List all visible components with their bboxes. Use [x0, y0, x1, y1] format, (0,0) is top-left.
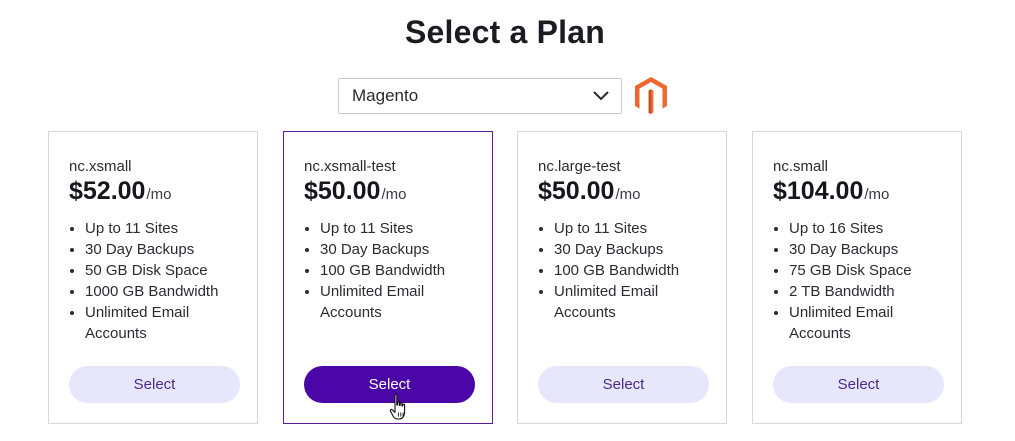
feature-item: 1000 GB Bandwidth — [85, 281, 239, 302]
plan-card-nc-small: nc.small $104.00 /mo Up to 16 Sites 30 D… — [752, 131, 962, 424]
platform-select[interactable]: Magento — [338, 78, 622, 114]
plan-name: nc.small — [773, 158, 829, 175]
price-amount: $50.00 — [538, 177, 615, 205]
feature-item: 30 Day Backups — [85, 239, 239, 260]
plan-card-nc-large-test: nc.large-test $50.00 /mo Up to 11 Sites … — [517, 131, 727, 424]
feature-item: Up to 11 Sites — [320, 218, 474, 239]
plan-price: $50.00 /mo — [304, 177, 406, 206]
plan-price: $52.00 /mo — [69, 177, 171, 206]
select-plan-button[interactable]: Select — [69, 366, 240, 403]
feature-item: 100 GB Bandwidth — [320, 260, 474, 281]
hand-pointer-icon — [389, 393, 409, 421]
feature-item: 100 GB Bandwidth — [554, 260, 708, 281]
feature-item: 2 TB Bandwidth — [789, 281, 943, 302]
feature-list: Up to 11 Sites 30 Day Backups 100 GB Ban… — [304, 218, 474, 323]
magento-logo — [634, 76, 668, 116]
plan-name: nc.large-test — [538, 158, 621, 175]
feature-item: Unlimited Email Accounts — [320, 281, 474, 323]
feature-item: 30 Day Backups — [320, 239, 474, 260]
price-period: /mo — [381, 186, 407, 203]
price-amount: $52.00 — [69, 177, 146, 205]
feature-list: Up to 11 Sites 30 Day Backups 50 GB Disk… — [69, 218, 239, 344]
price-amount: $50.00 — [304, 177, 381, 205]
price-period: /mo — [864, 186, 890, 203]
plan-card-nc-xsmall: nc.xsmall $52.00 /mo Up to 11 Sites 30 D… — [48, 131, 258, 424]
feature-list: Up to 16 Sites 30 Day Backups 75 GB Disk… — [773, 218, 943, 344]
plan-price: $104.00 /mo — [773, 177, 889, 206]
price-period: /mo — [615, 186, 641, 203]
platform-select-value: Magento — [352, 86, 419, 105]
select-plan-button[interactable]: Select — [538, 366, 709, 403]
price-amount: $104.00 — [773, 177, 864, 205]
feature-item: Up to 16 Sites — [789, 218, 943, 239]
price-period: /mo — [146, 186, 172, 203]
plan-card-nc-xsmall-test: nc.xsmall-test $50.00 /mo Up to 11 Sites… — [283, 131, 493, 424]
plan-price: $50.00 /mo — [538, 177, 640, 206]
feature-item: Up to 11 Sites — [85, 218, 239, 239]
feature-item: 30 Day Backups — [554, 239, 708, 260]
feature-item: 75 GB Disk Space — [789, 260, 943, 281]
feature-item: Unlimited Email Accounts — [789, 302, 943, 344]
feature-item: 30 Day Backups — [789, 239, 943, 260]
feature-list: Up to 11 Sites 30 Day Backups 100 GB Ban… — [538, 218, 708, 323]
chevron-down-icon — [593, 88, 609, 104]
feature-item: 50 GB Disk Space — [85, 260, 239, 281]
page-title: Select a Plan — [404, 14, 606, 50]
feature-item: Unlimited Email Accounts — [85, 302, 239, 344]
plan-name: nc.xsmall-test — [304, 158, 396, 175]
feature-item: Unlimited Email Accounts — [554, 281, 708, 323]
plan-name: nc.xsmall — [69, 158, 132, 175]
feature-item: Up to 11 Sites — [554, 218, 708, 239]
select-plan-button[interactable]: Select — [773, 366, 944, 403]
platform-selector-row: Magento — [338, 77, 668, 115]
